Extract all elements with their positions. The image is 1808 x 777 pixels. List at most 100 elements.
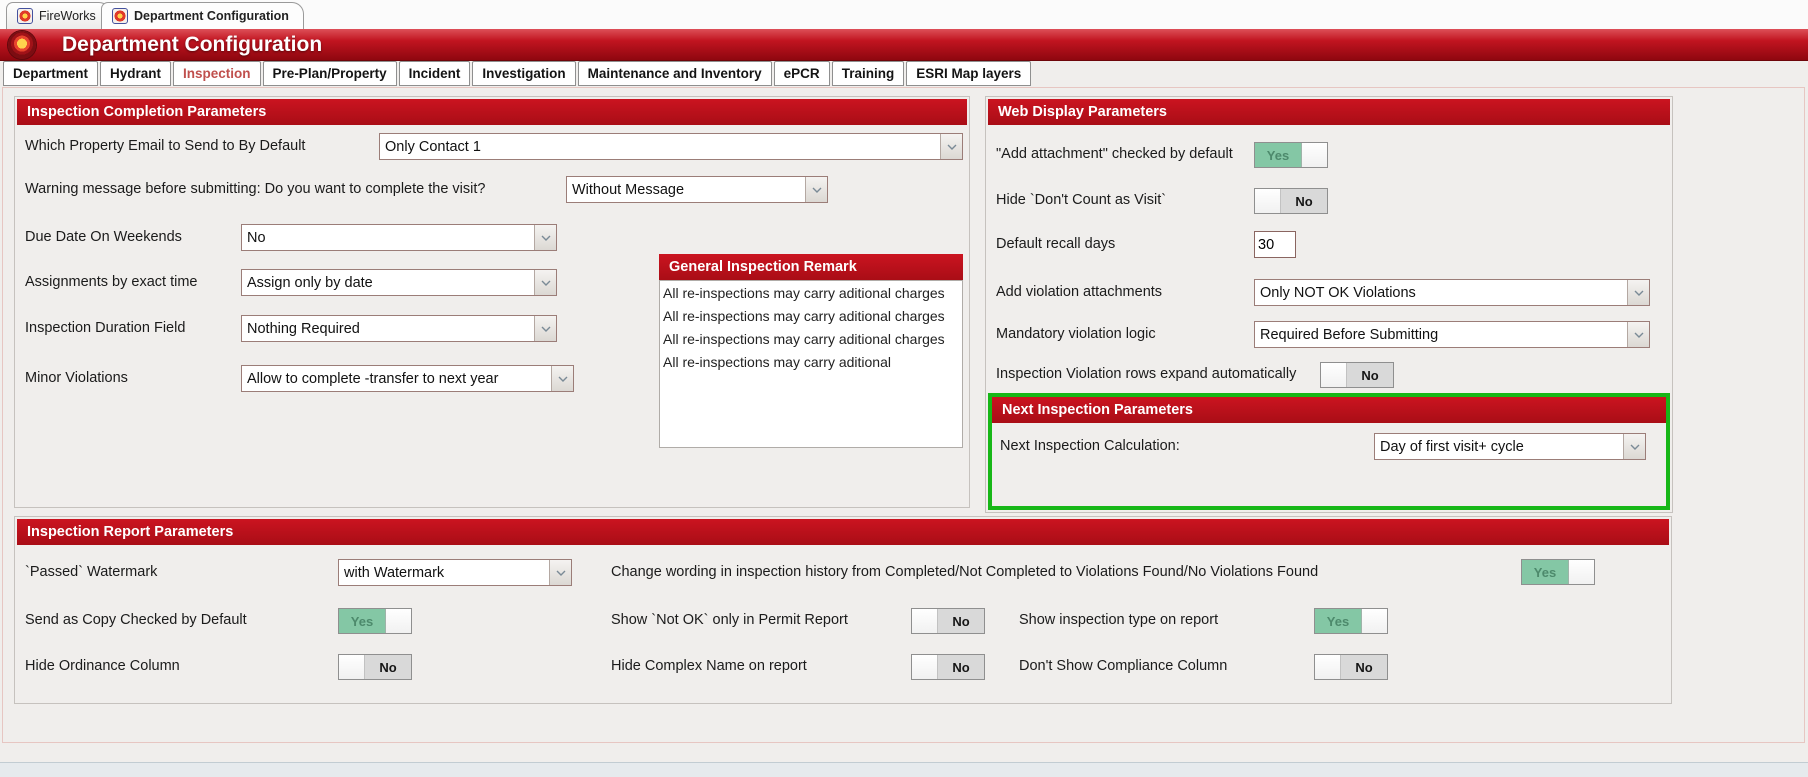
chevron-down-icon bbox=[940, 134, 962, 159]
toggle-knob bbox=[339, 655, 365, 679]
hide-dont-count-toggle[interactable]: No bbox=[1254, 188, 1328, 214]
toggle-state-label: No bbox=[938, 655, 984, 679]
minor-violations-select[interactable]: Allow to complete -transfer to next year bbox=[241, 365, 574, 392]
tab-maintenance-inventory[interactable]: Maintenance and Inventory bbox=[578, 61, 772, 86]
fire-department-logo-icon bbox=[8, 31, 36, 59]
section-header-inspection-report: Inspection Report Parameters bbox=[17, 519, 1669, 545]
toggle-state-label: No bbox=[365, 655, 411, 679]
mandatory-logic-select[interactable]: Required Before Submitting bbox=[1254, 321, 1650, 348]
inspection-duration-label: Inspection Duration Field bbox=[25, 320, 185, 336]
dont-show-compliance-toggle[interactable]: No bbox=[1314, 654, 1388, 680]
fireworks-app-icon bbox=[17, 8, 33, 24]
toggle-knob bbox=[1321, 363, 1347, 387]
toggle-state-label: No bbox=[1281, 189, 1327, 213]
tab-pre-plan-property[interactable]: Pre-Plan/Property bbox=[263, 61, 397, 86]
panel-web-display: Web Display Parameters "Add attachment" … bbox=[985, 96, 1673, 513]
assignments-exact-time-label: Assignments by exact time bbox=[25, 274, 197, 290]
tab-training[interactable]: Training bbox=[832, 61, 905, 86]
next-inspection-highlight-box: Next Inspection Parameters Next Inspecti… bbox=[988, 393, 1670, 510]
section-header-inspection-completion: Inspection Completion Parameters bbox=[17, 99, 967, 125]
select-value: Allow to complete -transfer to next year bbox=[242, 371, 551, 387]
select-value: Only Contact 1 bbox=[380, 139, 940, 155]
toggle-state-label: Yes bbox=[339, 609, 385, 633]
recall-days-input[interactable] bbox=[1254, 231, 1296, 258]
warning-message-select[interactable]: Without Message bbox=[566, 176, 828, 203]
page-header: Department Configuration bbox=[0, 29, 1808, 61]
tab-inspection[interactable]: Inspection bbox=[173, 61, 261, 86]
hide-complex-label: Hide Complex Name on report bbox=[611, 658, 807, 674]
toggle-state-label: No bbox=[938, 609, 984, 633]
property-email-select[interactable]: Only Contact 1 bbox=[379, 133, 963, 160]
tab-incident[interactable]: Incident bbox=[399, 61, 471, 86]
window-tab-label: FireWorks bbox=[39, 9, 96, 23]
due-date-weekends-select[interactable]: No bbox=[241, 224, 557, 251]
general-inspection-remark-textarea[interactable]: All re-inspections may carry aditional c… bbox=[659, 280, 963, 448]
window-tab-strip: FireWorks Department Configuration bbox=[0, 0, 1808, 29]
toggle-state-label: Yes bbox=[1522, 560, 1568, 584]
toggle-knob bbox=[1255, 189, 1281, 213]
send-copy-label: Send as Copy Checked by Default bbox=[25, 612, 247, 628]
select-value: Day of first visit+ cycle bbox=[1375, 439, 1623, 455]
due-date-weekends-label: Due Date On Weekends bbox=[25, 229, 182, 245]
next-inspection-calculation-select[interactable]: Day of first visit+ cycle bbox=[1374, 433, 1646, 460]
section-header-web-display: Web Display Parameters bbox=[988, 99, 1670, 125]
toggle-knob bbox=[1301, 143, 1327, 167]
change-wording-toggle[interactable]: Yes bbox=[1521, 559, 1595, 585]
select-value: with Watermark bbox=[339, 565, 549, 581]
show-type-label: Show inspection type on report bbox=[1019, 612, 1218, 628]
violation-attachments-label: Add violation attachments bbox=[996, 284, 1162, 300]
hide-dont-count-label: Hide `Don't Count as Visit` bbox=[996, 192, 1166, 208]
show-not-ok-label: Show `Not OK` only in Permit Report bbox=[611, 612, 848, 628]
add-attachment-label: "Add attachment" checked by default bbox=[996, 146, 1233, 162]
chevron-down-icon bbox=[1623, 434, 1645, 459]
inspection-duration-select[interactable]: Nothing Required bbox=[241, 315, 557, 342]
send-copy-toggle[interactable]: Yes bbox=[338, 608, 412, 634]
toggle-knob bbox=[1361, 609, 1387, 633]
window-tab-fireworks[interactable]: FireWorks bbox=[6, 2, 111, 29]
toggle-knob bbox=[385, 609, 411, 633]
toggle-knob bbox=[912, 655, 938, 679]
add-attachment-toggle[interactable]: Yes bbox=[1254, 142, 1328, 168]
panel-inspection-report: Inspection Report Parameters `Passed` Wa… bbox=[14, 516, 1672, 704]
tab-esri-map-layers[interactable]: ESRI Map layers bbox=[906, 61, 1031, 86]
status-bar bbox=[0, 762, 1808, 777]
tab-epcr[interactable]: ePCR bbox=[774, 61, 830, 86]
chevron-down-icon bbox=[534, 270, 556, 295]
select-value: Required Before Submitting bbox=[1255, 327, 1627, 343]
chevron-down-icon bbox=[551, 366, 573, 391]
chevron-down-icon bbox=[1627, 280, 1649, 305]
hide-ordinance-toggle[interactable]: No bbox=[338, 654, 412, 680]
dont-show-compliance-label: Don't Show Compliance Column bbox=[1019, 658, 1227, 674]
toggle-state-label: No bbox=[1341, 655, 1387, 679]
show-type-toggle[interactable]: Yes bbox=[1314, 608, 1388, 634]
violation-attachments-select[interactable]: Only NOT OK Violations bbox=[1254, 279, 1650, 306]
app-window: FireWorks Department Configuration Depar… bbox=[0, 0, 1808, 777]
show-not-ok-toggle[interactable]: No bbox=[911, 608, 985, 634]
chevron-down-icon bbox=[549, 560, 571, 585]
toggle-knob bbox=[1568, 560, 1594, 584]
mandatory-logic-label: Mandatory violation logic bbox=[996, 326, 1156, 342]
select-value: Nothing Required bbox=[242, 321, 534, 337]
select-value: Assign only by date bbox=[242, 275, 534, 291]
page-title: Department Configuration bbox=[62, 33, 322, 57]
tab-hydrant[interactable]: Hydrant bbox=[100, 61, 171, 86]
toggle-knob bbox=[912, 609, 938, 633]
chevron-down-icon bbox=[1627, 322, 1649, 347]
module-tab-bar: Department Hydrant Inspection Pre-Plan/P… bbox=[3, 61, 1031, 86]
toggle-knob bbox=[1315, 655, 1341, 679]
hide-complex-toggle[interactable]: No bbox=[911, 654, 985, 680]
window-tab-department-configuration[interactable]: Department Configuration bbox=[101, 2, 304, 29]
warning-message-label: Warning message before submitting: Do yo… bbox=[25, 181, 485, 197]
passed-watermark-select[interactable]: with Watermark bbox=[338, 559, 572, 586]
select-value: Without Message bbox=[567, 182, 805, 198]
tab-department[interactable]: Department bbox=[3, 61, 98, 86]
fireworks-app-icon bbox=[112, 8, 128, 24]
rows-expand-toggle[interactable]: No bbox=[1320, 362, 1394, 388]
hide-ordinance-label: Hide Ordinance Column bbox=[25, 658, 180, 674]
chevron-down-icon bbox=[534, 316, 556, 341]
chevron-down-icon bbox=[534, 225, 556, 250]
tab-investigation[interactable]: Investigation bbox=[472, 61, 575, 86]
assignments-exact-time-select[interactable]: Assign only by date bbox=[241, 269, 557, 296]
rows-expand-label: Inspection Violation rows expand automat… bbox=[996, 366, 1296, 382]
panel-inspection-completion: Inspection Completion Parameters Which P… bbox=[14, 96, 970, 508]
